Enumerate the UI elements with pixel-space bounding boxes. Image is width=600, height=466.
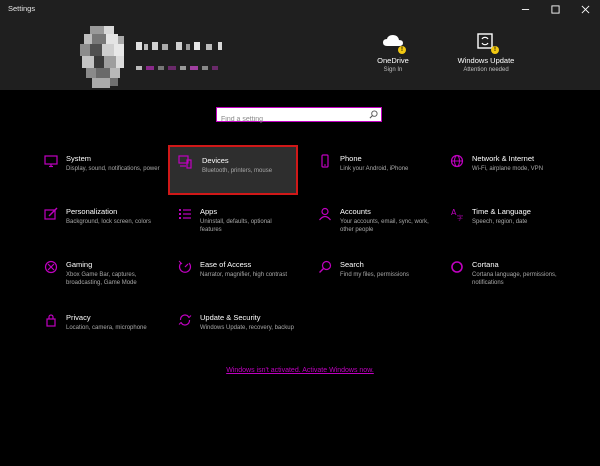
onedrive-icon-wrap: ! (382, 32, 406, 54)
paintbrush-icon (44, 207, 58, 221)
ease-of-access-icon (178, 260, 192, 274)
tile-name: Devices (202, 156, 229, 165)
redacted-user-email (136, 66, 218, 70)
tile-name: Update & Security (200, 313, 261, 322)
tile-description: Find my files, permissions (340, 272, 410, 278)
tile-name: Cortana (472, 260, 499, 269)
tile-network-internet[interactable]: Network & Internet Wi-Fi, airplane mode,… (442, 152, 570, 200)
tile-time-language[interactable]: A字 Time & Language Speech, region, date (442, 205, 570, 253)
onedrive-status: Sign In (383, 67, 403, 73)
tile-description: Display, sound, notifications, power (66, 166, 160, 172)
activate-windows-link[interactable]: Windows isn't activated. Activate Window… (0, 367, 600, 374)
tile-update-security[interactable]: Update & Security Windows Update, recove… (170, 311, 298, 359)
time-language-icon: A字 (450, 207, 464, 222)
tile-description: Narrator, magnifier, high contrast (200, 272, 288, 278)
onedrive-label: OneDrive (377, 56, 409, 65)
tile-ease-of-access[interactable]: Ease of Access Narrator, magnifier, high… (170, 258, 298, 306)
maximize-icon (550, 4, 560, 14)
tile-system[interactable]: System Display, sound, notifications, po… (36, 152, 164, 200)
xbox-icon (44, 260, 58, 274)
tile-description: Cortana language, permissions, notificat… (472, 272, 557, 286)
tile-cortana[interactable]: Cortana Cortana language, permissions, n… (442, 258, 570, 306)
tile-name: Phone (340, 154, 362, 163)
sync-arrows-icon (178, 313, 192, 327)
tile-description: Uninstall, defaults, optional features (200, 219, 272, 233)
onedrive-shortcut[interactable]: ! OneDrive Sign In (353, 32, 433, 73)
tile-description: Link your Android, iPhone (340, 166, 409, 172)
tile-name: Search (340, 260, 364, 269)
windows-update-icon-wrap: ! (475, 32, 499, 54)
tile-phone[interactable]: Phone Link your Android, iPhone (310, 152, 438, 200)
warning-badge-icon: ! (491, 46, 499, 54)
monitor-icon (44, 154, 58, 168)
tile-description: Wi-Fi, airplane mode, VPN (472, 166, 544, 172)
tile-description: Location, camera, microphone (66, 325, 147, 331)
tile-name: Time & Language (472, 207, 531, 216)
svg-text:字: 字 (457, 214, 463, 221)
pixelated-avatar-image (80, 26, 124, 88)
close-icon (581, 5, 589, 13)
search-input[interactable] (217, 113, 375, 126)
title-bar: Settings (0, 0, 600, 18)
tile-name: Accounts (340, 207, 371, 216)
magnifier-icon (318, 260, 332, 274)
window-title: Settings (8, 4, 36, 13)
tile-gaming[interactable]: Gaming Xbox Game Bar, captures, broadcas… (36, 258, 164, 306)
account-header: ! OneDrive Sign In ! Windows Update Atte… (0, 18, 600, 90)
tile-devices[interactable]: Devices Bluetooth, printers, mouse (168, 145, 298, 195)
close-button[interactable] (570, 0, 600, 18)
tile-search[interactable]: Search Find my files, permissions (310, 258, 438, 306)
devices-icon (178, 155, 192, 169)
tile-description: Windows Update, recovery, backup (200, 325, 294, 331)
tile-accounts[interactable]: Accounts Your accounts, email, sync, wor… (310, 205, 438, 253)
tile-name: Gaming (66, 260, 93, 269)
globe-icon (450, 154, 464, 168)
redacted-user-name (136, 42, 222, 50)
tile-description: Background, lock screen, colors (66, 219, 152, 225)
tile-description: Bluetooth, printers, mouse (202, 168, 273, 174)
avatar[interactable] (76, 26, 130, 90)
windows-update-label: Windows Update (457, 56, 515, 65)
search-box[interactable] (216, 107, 382, 126)
tile-name: System (66, 154, 92, 163)
person-icon (318, 207, 332, 221)
windows-update-status: Attention needed (463, 67, 509, 73)
phone-icon (318, 154, 332, 168)
maximize-button[interactable] (540, 0, 570, 18)
tile-description: Xbox Game Bar, captures, broadcasting, G… (66, 272, 137, 286)
tile-name: Apps (200, 207, 218, 216)
warning-badge-icon: ! (398, 46, 406, 54)
tile-privacy[interactable]: Privacy Location, camera, microphone (36, 311, 164, 359)
search-icon (369, 110, 378, 119)
lock-icon (44, 313, 58, 327)
tile-name: Privacy (66, 313, 91, 322)
tile-name: Ease of Access (200, 260, 252, 269)
tile-name: Network & Internet (472, 154, 535, 163)
tile-name: Personalization (66, 207, 118, 216)
windows-update-shortcut[interactable]: ! Windows Update Attention needed (446, 32, 526, 73)
tile-description: Your accounts, email, sync, work, other … (340, 219, 429, 233)
apps-list-icon (178, 207, 192, 221)
minimize-button[interactable] (510, 0, 540, 18)
minimize-icon (521, 8, 529, 10)
tile-personalization[interactable]: Personalization Background, lock screen,… (36, 205, 164, 253)
tile-apps[interactable]: Apps Uninstall, defaults, optional featu… (170, 205, 298, 253)
cortana-icon (450, 260, 464, 274)
tile-description: Speech, region, date (472, 219, 528, 225)
